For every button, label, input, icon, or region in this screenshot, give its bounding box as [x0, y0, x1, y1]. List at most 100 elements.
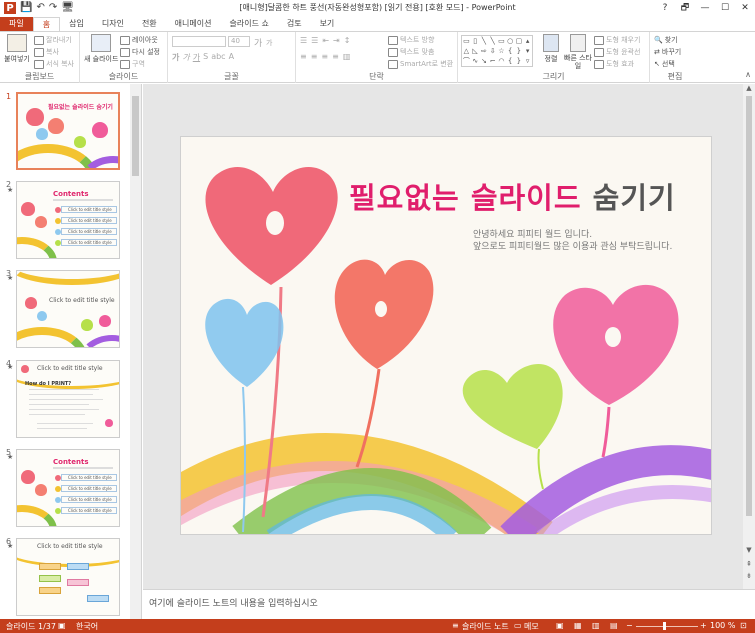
font-size-field[interactable]: 40 [228, 36, 250, 47]
tab-review[interactable]: 검토 [278, 17, 311, 31]
paste-button[interactable]: 붙여넣기 [4, 34, 30, 64]
arrange-button[interactable]: 정렬 [538, 34, 564, 64]
tab-home[interactable]: 홈 [32, 17, 61, 31]
tab-transitions[interactable]: 전환 [133, 17, 166, 31]
layout-button[interactable]: 레이아웃 [120, 35, 158, 45]
notes-toggle-button[interactable]: 슬라이드 노트 [462, 621, 509, 632]
arrow-shape-icon[interactable]: ⇨ [480, 46, 489, 56]
quick-styles-button[interactable]: 빠른 스타일 [564, 34, 592, 70]
slide-thumbnail-4[interactable]: Click to edit title style How do I PRINT… [16, 360, 120, 438]
thumbnail-scrollbar-thumb[interactable] [132, 96, 139, 176]
current-slide[interactable]: 필요없는 슬라이드 숨기기 안녕하세요 피피티 월드 입니다. 앞으로도 피피티… [180, 136, 712, 535]
cut-button[interactable]: 잘라내기 [34, 35, 72, 45]
scroll-down-icon[interactable]: ▼ [743, 546, 755, 554]
slide-thumbnail-3[interactable]: Click to edit title style [16, 270, 120, 348]
decrease-indent-icon[interactable]: ⇤ [322, 36, 329, 45]
copy-button[interactable]: 복사 [34, 47, 59, 57]
scroll-up-icon[interactable]: ▲ [743, 84, 755, 92]
strikethrough-icon[interactable]: abc [211, 52, 225, 62]
shrink-font-button[interactable]: 가 [266, 38, 272, 48]
justify-icon[interactable]: ≡ [332, 52, 339, 61]
more-shapes-icon[interactable]: ▴ [523, 36, 532, 46]
section-button[interactable]: 구역 [120, 59, 145, 69]
numbering-icon[interactable]: ☰ [311, 36, 318, 45]
collapse-ribbon-icon[interactable]: ∧ [745, 70, 751, 79]
zoom-level[interactable]: 100 % [710, 621, 735, 630]
text-direction-button[interactable]: 텍스트 방향 [388, 35, 434, 45]
save-icon[interactable]: 💾 [20, 1, 32, 15]
format-painter-button[interactable]: 서식 복사 [34, 59, 74, 69]
align-right-icon[interactable]: ≡ [321, 52, 328, 61]
main-vertical-scrollbar[interactable]: ▲ ▼ ⇞ ⇟ [743, 84, 755, 589]
slide-thumbnail-6[interactable]: Click to edit title style [16, 538, 120, 616]
increase-indent-icon[interactable]: ⇥ [333, 36, 340, 45]
thumbnail-scrollbar[interactable] [130, 84, 141, 619]
select-button[interactable]: ↖ 선택 [654, 59, 675, 69]
zoom-slider-thumb[interactable] [662, 622, 666, 630]
close-icon[interactable]: ✕ [735, 0, 755, 16]
expand-gallery-icon[interactable]: ▿ [523, 56, 532, 66]
tab-file[interactable]: 파일 [0, 17, 33, 31]
reading-view-icon[interactable]: ▥ [592, 621, 600, 630]
normal-view-icon[interactable]: ▣ [556, 621, 564, 630]
slide-thumbnail-5[interactable]: Contents Click to edit title style Click… [16, 449, 120, 527]
brace-shape-icon[interactable]: } [515, 56, 524, 66]
brace-shape-icon[interactable]: { [506, 56, 515, 66]
language-indicator[interactable]: 한국어 [76, 621, 98, 632]
align-text-button[interactable]: 텍스트 맞춤 [388, 47, 434, 57]
shape-effects-button[interactable]: 도형 효과 [594, 59, 634, 69]
rounded-rect-shape-icon[interactable]: ▢ [515, 36, 524, 46]
slideshow-view-icon[interactable]: ▤ [610, 621, 618, 630]
rtriangle-shape-icon[interactable]: ◺ [471, 46, 480, 56]
slide-thumbnail-2[interactable]: Contents Click to edit title style Click… [16, 181, 120, 259]
next-slide-icon[interactable]: ⇟ [743, 572, 755, 580]
tab-view[interactable]: 보기 [311, 17, 344, 31]
slide-sorter-icon[interactable]: ▦ [574, 621, 582, 630]
redo-icon[interactable]: ↷ [49, 1, 57, 15]
font-color-icon[interactable]: A [229, 52, 234, 62]
fit-slide-icon[interactable]: ⊡ [740, 621, 747, 630]
bold-icon[interactable]: 가 [172, 52, 179, 62]
shadow-icon[interactable]: S [203, 52, 208, 62]
textbox-shape-icon[interactable]: ▭ [462, 36, 471, 46]
freeform-shape-icon[interactable]: ∿ [471, 56, 480, 66]
align-center-icon[interactable]: ≡ [311, 52, 318, 61]
ribbon-display-icon[interactable]: 🗗 [675, 0, 695, 16]
find-button[interactable]: 🔍 찾기 [654, 35, 678, 45]
spellcheck-icon[interactable]: ▣ [58, 621, 66, 630]
line-shape-icon[interactable]: ╲ [488, 36, 497, 46]
comments-icon[interactable]: ▭ [514, 621, 522, 630]
line-shape-icon[interactable]: ╲ [480, 36, 489, 46]
notes-placeholder[interactable]: 여기에 슬라이드 노트의 내용을 입력하십시오 [149, 596, 318, 609]
undo-icon[interactable]: ↶ [36, 1, 44, 15]
minimize-icon[interactable]: — [695, 0, 715, 16]
powerpoint-app-icon[interactable]: P [4, 2, 16, 14]
font-name-field[interactable] [172, 36, 226, 47]
comments-button[interactable]: 메모 [524, 621, 539, 632]
reset-button[interactable]: 다시 설정 [120, 47, 160, 57]
help-icon[interactable]: ? [655, 0, 675, 16]
zoom-in-icon[interactable]: + [700, 621, 707, 630]
main-scrollbar-thumb[interactable] [746, 96, 752, 516]
shapes-gallery[interactable]: ▭ ▯ ╲ ╲ ▭ ○ ▢ ▴ △ ◺ ⇨ ⇩ ☆{} ▾ ⌒ ∿ ↘ ⌐ ◠{} ▿ [461, 35, 533, 67]
triangle-shape-icon[interactable]: △ [462, 46, 471, 56]
grow-font-button[interactable]: 가 [254, 36, 262, 49]
zoom-out-icon[interactable]: − [626, 621, 633, 630]
oval-shape-icon[interactable]: ○ [506, 36, 515, 46]
smartart-button[interactable]: SmartArt로 변환 [388, 59, 453, 69]
curve-shape-icon[interactable]: ⌒ [462, 56, 471, 66]
line-spacing-icon[interactable]: ↕ [344, 36, 351, 45]
tab-insert[interactable]: 삽입 [60, 17, 93, 31]
connector-shape-icon[interactable]: ↘ [480, 56, 489, 66]
italic-icon[interactable]: 가 [182, 52, 189, 62]
notes-toggle-icon[interactable]: ≡ [452, 621, 459, 630]
shape-outline-button[interactable]: 도형 윤곽선 [594, 47, 640, 57]
maximize-icon[interactable]: ☐ [715, 0, 735, 16]
start-slideshow-icon[interactable]: 🖥 [61, 1, 74, 15]
shape-fill-button[interactable]: 도형 채우기 [594, 35, 640, 45]
arrow-shape-icon[interactable]: ⇩ [488, 46, 497, 56]
scroll-shapes-icon[interactable]: ▾ [523, 46, 532, 56]
textbox-shape-icon[interactable]: ▯ [471, 36, 480, 46]
star-shape-icon[interactable]: ☆ [497, 46, 506, 56]
slide-title[interactable]: 필요없는 슬라이드 숨기기 [349, 175, 676, 217]
